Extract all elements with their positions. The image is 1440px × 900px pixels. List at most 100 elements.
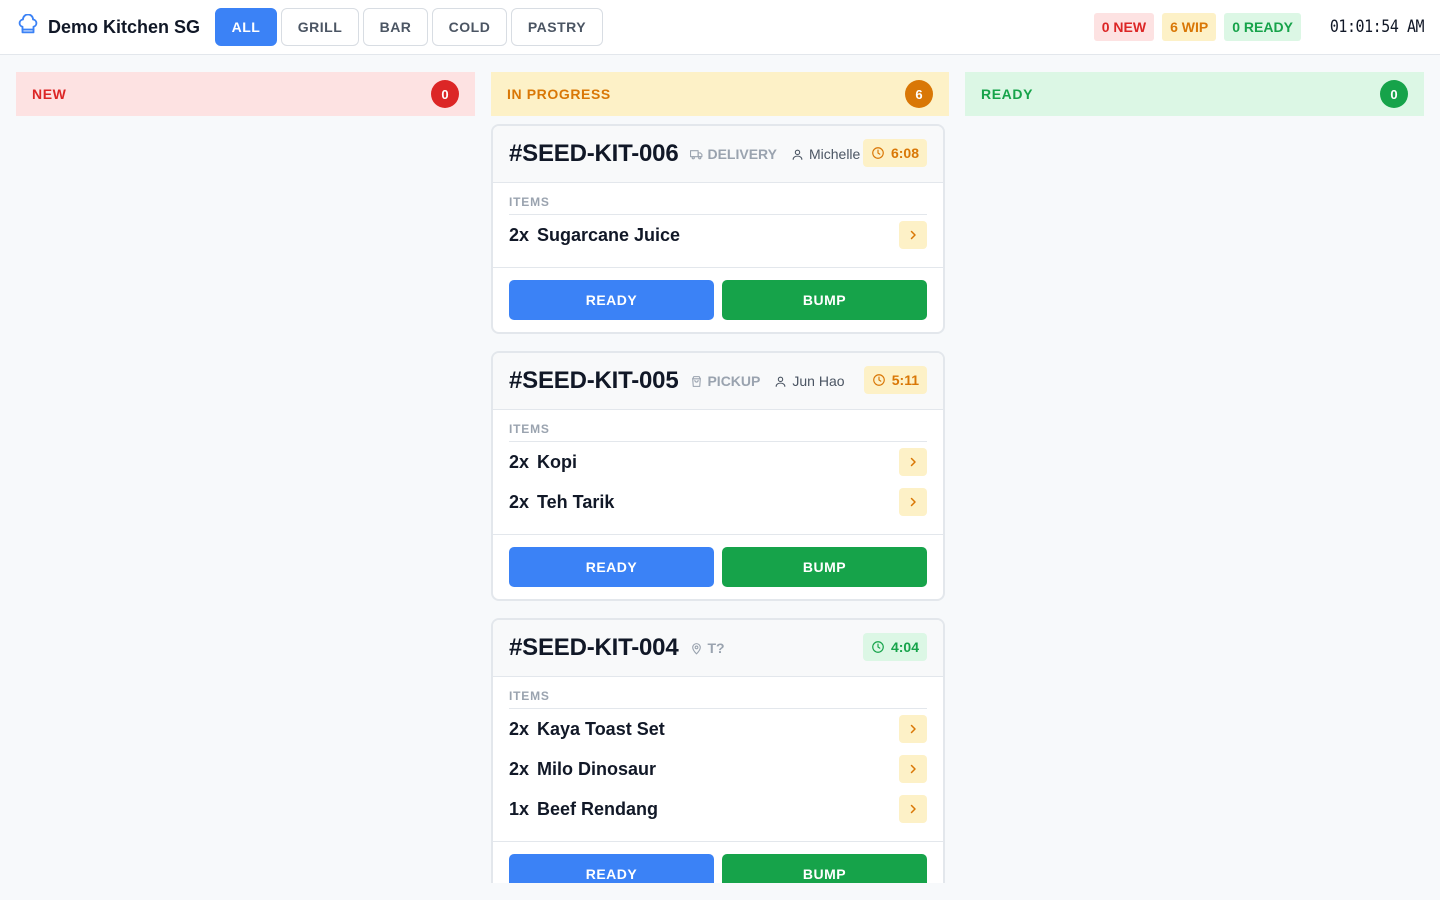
- clock-icon: [872, 147, 884, 159]
- item-name: Teh Tarik: [537, 491, 615, 512]
- tab-pastry[interactable]: PASTRY: [511, 8, 603, 46]
- tab-cold[interactable]: COLD: [432, 8, 507, 46]
- station-tabs: ALL GRILL BAR COLD PASTRY: [215, 8, 607, 46]
- chevron-right-icon: [910, 497, 916, 507]
- brand: Demo Kitchen SG: [17, 13, 201, 41]
- order-items: ITEMS 2x Sugarcane Juice: [493, 183, 943, 255]
- order-type-label: PICKUP: [707, 373, 761, 389]
- column-count: 6: [905, 80, 933, 108]
- order-type: DELIVERY: [690, 146, 777, 162]
- chevron-right-icon: [910, 230, 916, 240]
- column-count: 0: [431, 80, 459, 108]
- customer-name: Jun Hao: [792, 373, 845, 389]
- order-card: #SEED-KIT-004 T? 4:04 ITEMS 2x Kaya Toas…: [491, 618, 945, 883]
- order-actions: READY BUMP: [493, 267, 943, 332]
- bump-button[interactable]: BUMP: [722, 854, 927, 883]
- ready-button[interactable]: READY: [509, 280, 714, 320]
- column-new-header: NEW 0: [16, 72, 475, 116]
- timer-value: 4:04: [890, 639, 919, 655]
- ready-button[interactable]: READY: [509, 547, 714, 587]
- clock: 01:01:54 AM: [1329, 17, 1425, 37]
- item-advance-button[interactable]: [899, 755, 927, 783]
- column-ready-header: READY 0: [965, 72, 1424, 116]
- clock-icon: [872, 374, 885, 386]
- order-timer: 4:04: [862, 633, 927, 661]
- customer: Michelle: [791, 146, 860, 162]
- order-type: T?: [690, 640, 725, 656]
- order-id: #SEED-KIT-006: [509, 140, 679, 167]
- order-items: ITEMS 2x Kopi 2x Teh Tarik: [493, 410, 943, 522]
- item-name: Milo Dinosaur: [537, 758, 657, 779]
- ready-button[interactable]: READY: [509, 854, 714, 883]
- chevron-right-icon: [910, 764, 916, 774]
- truck-icon: [690, 149, 703, 159]
- item-name: Sugarcane Juice: [537, 224, 681, 245]
- column-title: READY: [981, 86, 1034, 102]
- brand-name: Demo Kitchen SG: [48, 16, 201, 37]
- user-icon: [776, 376, 786, 387]
- ready-count-badge: 0 READY: [1224, 13, 1301, 41]
- item-advance-button[interactable]: [899, 795, 927, 823]
- location-pin-icon: [692, 642, 702, 654]
- item-qty: 2x: [509, 491, 530, 512]
- item-advance-button[interactable]: [899, 488, 927, 516]
- chevron-right-icon: [910, 804, 916, 814]
- bump-button[interactable]: BUMP: [722, 280, 927, 320]
- order-actions: READY BUMP: [493, 841, 943, 883]
- order-timer: 6:08: [862, 139, 927, 167]
- clock-icon: [872, 641, 884, 653]
- order-item: 2x Milo Dinosaur: [509, 749, 927, 789]
- column-count: 0: [1380, 80, 1408, 108]
- column-title: NEW: [32, 86, 67, 102]
- order-type-label: DELIVERY: [707, 146, 777, 162]
- order-timer: 5:11: [863, 366, 927, 394]
- item-qty: 2x: [509, 224, 530, 245]
- customer: Jun Hao: [774, 373, 845, 389]
- wip-count-badge: 6 WIP: [1162, 13, 1217, 41]
- item-name: Beef Rendang: [537, 798, 659, 819]
- order-item: 2x Kaya Toast Set: [509, 709, 927, 749]
- item-advance-button[interactable]: [899, 448, 927, 476]
- order-header: #SEED-KIT-006 DELIVERY Michelle 6:08: [493, 126, 943, 183]
- order-header: #SEED-KIT-005 PICKUP Jun Hao 5:11: [493, 353, 943, 410]
- order-type: PICKUP: [690, 373, 760, 389]
- item-name: Kaya Toast Set: [537, 718, 665, 739]
- items-label: ITEMS: [509, 689, 927, 709]
- tab-grill[interactable]: GRILL: [281, 8, 359, 46]
- items-label: ITEMS: [509, 422, 927, 442]
- order-card: #SEED-KIT-006 DELIVERY Michelle 6:08 ITE…: [491, 124, 945, 334]
- order-card: #SEED-KIT-005 PICKUP Jun Hao 5:11 ITEMS …: [491, 351, 945, 601]
- item-qty: 2x: [509, 718, 530, 739]
- user-icon: [792, 149, 803, 160]
- order-actions: READY BUMP: [493, 534, 943, 599]
- order-type-label: T?: [707, 640, 725, 656]
- order-item: 2x Sugarcane Juice: [509, 215, 927, 255]
- order-item: 2x Teh Tarik: [509, 482, 927, 522]
- timer-value: 5:11: [891, 372, 919, 388]
- top-bar: Demo Kitchen SG ALL GRILL BAR COLD PASTR…: [0, 0, 1440, 55]
- order-id: #SEED-KIT-005: [509, 367, 679, 394]
- item-name: Kopi: [537, 451, 577, 472]
- item-advance-button[interactable]: [899, 715, 927, 743]
- bump-button[interactable]: BUMP: [722, 547, 927, 587]
- tab-bar[interactable]: BAR: [363, 8, 428, 46]
- order-id: #SEED-KIT-004: [509, 634, 679, 661]
- bag-icon: [692, 375, 702, 387]
- column-in-progress-header: IN PROGRESS 6: [491, 72, 949, 116]
- item-qty: 1x: [509, 798, 530, 819]
- chef-hat-icon: [17, 13, 39, 41]
- order-items: ITEMS 2x Kaya Toast Set 2x Milo Dinosaur…: [493, 677, 943, 829]
- timer-value: 6:08: [890, 145, 919, 161]
- chevron-right-icon: [910, 457, 916, 467]
- tab-all[interactable]: ALL: [215, 8, 277, 46]
- chevron-right-icon: [910, 724, 916, 734]
- order-header: #SEED-KIT-004 T? 4:04: [493, 620, 943, 677]
- in-progress-order-list[interactable]: #SEED-KIT-006 DELIVERY Michelle 6:08 ITE…: [491, 116, 949, 883]
- order-item: 1x Beef Rendang: [509, 789, 927, 829]
- item-qty: 2x: [509, 758, 530, 779]
- item-advance-button[interactable]: [899, 221, 927, 249]
- column-title: IN PROGRESS: [507, 86, 611, 102]
- item-qty: 2x: [509, 451, 530, 472]
- customer-name: Michelle: [808, 146, 861, 162]
- new-count-badge: 0 NEW: [1093, 13, 1155, 41]
